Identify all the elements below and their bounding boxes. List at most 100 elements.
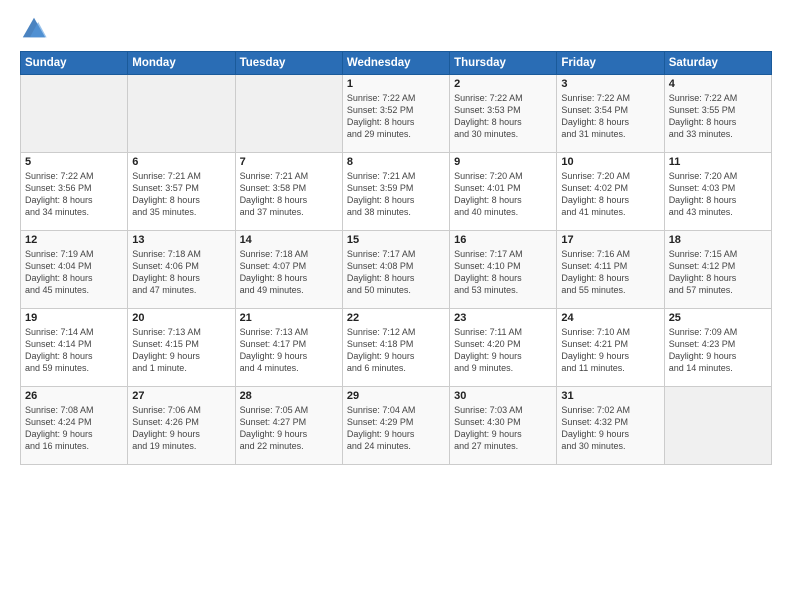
day-number: 14 <box>240 234 338 246</box>
day-number: 28 <box>240 390 338 402</box>
day-number: 11 <box>669 156 767 168</box>
logo-icon <box>20 15 48 43</box>
day-info: Sunrise: 7:20 AM Sunset: 4:03 PM Dayligh… <box>669 170 767 219</box>
calendar-cell: 17Sunrise: 7:16 AM Sunset: 4:11 PM Dayli… <box>557 231 664 309</box>
calendar-cell: 29 Sunrise: 7:04 AM Sunset: 4:29 PM Dayli… <box>342 387 449 465</box>
day-info: Sunrise: 7:02 AM Sunset: 4:32 PM Dayligh… <box>561 404 659 453</box>
calendar-cell: 4 Sunrise: 7:22 AM Sunset: 3:55 PM Daylig… <box>664 75 771 153</box>
day-info: Sunrise: 7:16 AM Sunset: 4:11 PM Dayligh… <box>561 248 659 297</box>
calendar-cell: 31 Sunrise: 7:02 AM Sunset: 4:32 PM Dayli… <box>557 387 664 465</box>
day-header-friday: Friday <box>557 52 664 75</box>
week-row-2: 5 Sunrise: 7:22 AM Sunset: 3:56 PM Daylig… <box>21 153 772 231</box>
day-header-thursday: Thursday <box>450 52 557 75</box>
day-number: 23 <box>454 312 552 324</box>
day-info: Sunrise: 7:08 AM Sunset: 4:24 PM Dayligh… <box>25 404 123 453</box>
calendar-cell: 5 Sunrise: 7:22 AM Sunset: 3:56 PM Daylig… <box>21 153 128 231</box>
day-number: 16 <box>454 234 552 246</box>
day-number: 26 <box>25 390 123 402</box>
day-number: 27 <box>132 390 230 402</box>
day-number: 30 <box>454 390 552 402</box>
day-info: Sunrise: 7:21 AM Sunset: 3:58 PM Dayligh… <box>240 170 338 219</box>
calendar-body: 1 Sunrise: 7:22 AM Sunset: 3:52 PM Daylig… <box>21 75 772 465</box>
calendar-cell: 28 Sunrise: 7:05 AM Sunset: 4:27 PM Dayli… <box>235 387 342 465</box>
header <box>20 15 772 43</box>
day-header-monday: Monday <box>128 52 235 75</box>
day-number: 21 <box>240 312 338 324</box>
calendar-cell: 8Sunrise: 7:21 AM Sunset: 3:59 PM Daylig… <box>342 153 449 231</box>
day-info: Sunrise: 7:21 AM Sunset: 3:57 PM Dayligh… <box>132 170 230 219</box>
calendar-cell: 26 Sunrise: 7:08 AM Sunset: 4:24 PM Dayli… <box>21 387 128 465</box>
page-container: SundayMondayTuesdayWednesdayThursdayFrid… <box>0 0 792 475</box>
day-info: Sunrise: 7:11 AM Sunset: 4:20 PM Dayligh… <box>454 326 552 375</box>
calendar-cell: 1 Sunrise: 7:22 AM Sunset: 3:52 PM Daylig… <box>342 75 449 153</box>
calendar-cell <box>21 75 128 153</box>
day-info: Sunrise: 7:17 AM Sunset: 4:08 PM Dayligh… <box>347 248 445 297</box>
day-number: 31 <box>561 390 659 402</box>
calendar-cell: 13Sunrise: 7:18 AM Sunset: 4:06 PM Dayli… <box>128 231 235 309</box>
day-info: Sunrise: 7:21 AM Sunset: 3:59 PM Dayligh… <box>347 170 445 219</box>
day-info: Sunrise: 7:05 AM Sunset: 4:27 PM Dayligh… <box>240 404 338 453</box>
week-row-1: 1 Sunrise: 7:22 AM Sunset: 3:52 PM Daylig… <box>21 75 772 153</box>
day-header-sunday: Sunday <box>21 52 128 75</box>
calendar-cell: 3 Sunrise: 7:22 AM Sunset: 3:54 PM Daylig… <box>557 75 664 153</box>
day-info: Sunrise: 7:22 AM Sunset: 3:56 PM Dayligh… <box>25 170 123 219</box>
day-info: Sunrise: 7:22 AM Sunset: 3:52 PM Dayligh… <box>347 92 445 141</box>
day-number: 5 <box>25 156 123 168</box>
day-number: 3 <box>561 78 659 90</box>
day-number: 18 <box>669 234 767 246</box>
calendar-table: SundayMondayTuesdayWednesdayThursdayFrid… <box>20 51 772 465</box>
day-header-tuesday: Tuesday <box>235 52 342 75</box>
day-number: 15 <box>347 234 445 246</box>
day-info: Sunrise: 7:17 AM Sunset: 4:10 PM Dayligh… <box>454 248 552 297</box>
day-info: Sunrise: 7:13 AM Sunset: 4:17 PM Dayligh… <box>240 326 338 375</box>
day-info: Sunrise: 7:22 AM Sunset: 3:55 PM Dayligh… <box>669 92 767 141</box>
calendar-cell: 11 Sunrise: 7:20 AM Sunset: 4:03 PM Dayli… <box>664 153 771 231</box>
day-info: Sunrise: 7:06 AM Sunset: 4:26 PM Dayligh… <box>132 404 230 453</box>
day-number: 10 <box>561 156 659 168</box>
day-info: Sunrise: 7:04 AM Sunset: 4:29 PM Dayligh… <box>347 404 445 453</box>
week-row-5: 26 Sunrise: 7:08 AM Sunset: 4:24 PM Dayli… <box>21 387 772 465</box>
calendar-cell: 7Sunrise: 7:21 AM Sunset: 3:58 PM Daylig… <box>235 153 342 231</box>
day-number: 19 <box>25 312 123 324</box>
calendar-cell: 21 Sunrise: 7:13 AM Sunset: 4:17 PM Dayli… <box>235 309 342 387</box>
day-info: Sunrise: 7:03 AM Sunset: 4:30 PM Dayligh… <box>454 404 552 453</box>
day-info: Sunrise: 7:22 AM Sunset: 3:54 PM Dayligh… <box>561 92 659 141</box>
day-number: 4 <box>669 78 767 90</box>
day-info: Sunrise: 7:20 AM Sunset: 4:02 PM Dayligh… <box>561 170 659 219</box>
calendar-cell: 27 Sunrise: 7:06 AM Sunset: 4:26 PM Dayli… <box>128 387 235 465</box>
calendar-cell: 23 Sunrise: 7:11 AM Sunset: 4:20 PM Dayli… <box>450 309 557 387</box>
calendar-cell: 22Sunrise: 7:12 AM Sunset: 4:18 PM Dayli… <box>342 309 449 387</box>
day-header-wednesday: Wednesday <box>342 52 449 75</box>
day-number: 22 <box>347 312 445 324</box>
calendar-cell: 14 Sunrise: 7:18 AM Sunset: 4:07 PM Dayli… <box>235 231 342 309</box>
day-info: Sunrise: 7:22 AM Sunset: 3:53 PM Dayligh… <box>454 92 552 141</box>
calendar-cell: 15 Sunrise: 7:17 AM Sunset: 4:08 PM Dayli… <box>342 231 449 309</box>
calendar-cell: 25Sunrise: 7:09 AM Sunset: 4:23 PM Dayli… <box>664 309 771 387</box>
day-info: Sunrise: 7:13 AM Sunset: 4:15 PM Dayligh… <box>132 326 230 375</box>
day-number: 29 <box>347 390 445 402</box>
day-number: 13 <box>132 234 230 246</box>
logo <box>20 15 52 43</box>
calendar-cell: 12Sunrise: 7:19 AM Sunset: 4:04 PM Dayli… <box>21 231 128 309</box>
day-number: 12 <box>25 234 123 246</box>
day-info: Sunrise: 7:09 AM Sunset: 4:23 PM Dayligh… <box>669 326 767 375</box>
day-info: Sunrise: 7:15 AM Sunset: 4:12 PM Dayligh… <box>669 248 767 297</box>
calendar-cell: 6Sunrise: 7:21 AM Sunset: 3:57 PM Daylig… <box>128 153 235 231</box>
day-info: Sunrise: 7:18 AM Sunset: 4:07 PM Dayligh… <box>240 248 338 297</box>
day-header-saturday: Saturday <box>664 52 771 75</box>
calendar-cell: 18 Sunrise: 7:15 AM Sunset: 4:12 PM Dayli… <box>664 231 771 309</box>
day-number: 1 <box>347 78 445 90</box>
calendar-cell: 24Sunrise: 7:10 AM Sunset: 4:21 PM Dayli… <box>557 309 664 387</box>
calendar-cell: 16 Sunrise: 7:17 AM Sunset: 4:10 PM Dayli… <box>450 231 557 309</box>
day-number: 9 <box>454 156 552 168</box>
calendar-cell <box>128 75 235 153</box>
day-info: Sunrise: 7:20 AM Sunset: 4:01 PM Dayligh… <box>454 170 552 219</box>
day-info: Sunrise: 7:10 AM Sunset: 4:21 PM Dayligh… <box>561 326 659 375</box>
day-number: 20 <box>132 312 230 324</box>
calendar-cell <box>235 75 342 153</box>
week-row-4: 19Sunrise: 7:14 AM Sunset: 4:14 PM Dayli… <box>21 309 772 387</box>
calendar-cell: 20 Sunrise: 7:13 AM Sunset: 4:15 PM Dayli… <box>128 309 235 387</box>
calendar-cell: 9 Sunrise: 7:20 AM Sunset: 4:01 PM Daylig… <box>450 153 557 231</box>
calendar-cell: 2Sunrise: 7:22 AM Sunset: 3:53 PM Daylig… <box>450 75 557 153</box>
calendar-cell <box>664 387 771 465</box>
